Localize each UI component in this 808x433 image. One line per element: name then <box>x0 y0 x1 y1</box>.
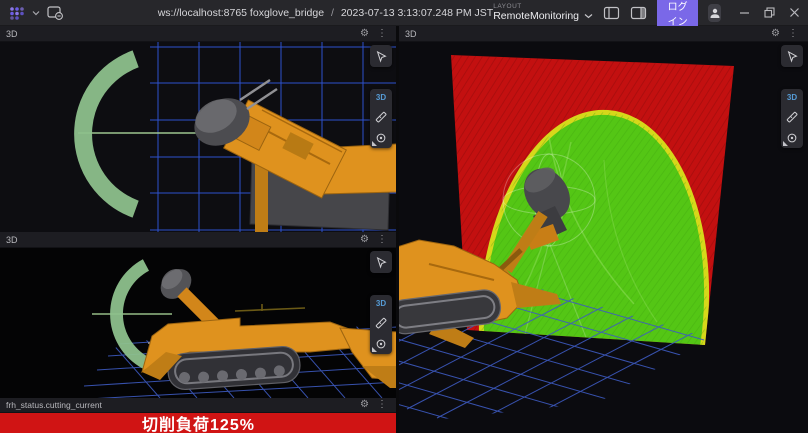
data-source-name: ws://localhost:8765 foxglove_bridge <box>158 7 324 19</box>
app-menu-chevron[interactable] <box>32 3 40 23</box>
toolbar-expand-handle[interactable] <box>372 347 377 352</box>
panel-more-icon[interactable]: ⋮ <box>373 400 391 410</box>
panel-title: 3D <box>6 29 18 39</box>
cutting-load-value: 切削負荷125% <box>142 411 255 433</box>
right-sidebar-toggle[interactable] <box>630 3 647 23</box>
minimize-icon <box>739 7 750 18</box>
panel-title: frh_status.cutting_current <box>6 400 102 410</box>
left-sidebar-icon <box>603 6 620 20</box>
3d-viewport-side[interactable] <box>0 248 397 398</box>
3d-viewport-perspective[interactable] <box>399 42 808 433</box>
restore-icon <box>764 7 775 18</box>
layout-dropdown[interactable]: LAYOUT RemoteMonitoring <box>493 4 593 21</box>
panel-3d-top-view: 3D ⚙ ⋮ <box>0 26 397 232</box>
coverage-arc <box>74 50 139 217</box>
measure-ruler-icon[interactable] <box>786 111 798 123</box>
panel-settings-gear-icon[interactable]: ⚙ <box>767 29 784 39</box>
playback-timestamp: 2023-07-13 3:13:07.248 PM JST <box>341 7 493 19</box>
cursor-icon <box>375 50 388 63</box>
profile-button[interactable] <box>708 4 721 22</box>
camera-3d-toggle[interactable]: 3D <box>376 299 386 308</box>
select-tool-button[interactable] <box>781 45 803 67</box>
connection-status: ws://localhost:8765 foxglove_bridge / 20… <box>158 7 493 19</box>
panel-settings-gear-icon[interactable]: ⚙ <box>356 29 373 39</box>
cursor-icon <box>786 50 799 63</box>
select-tool-button[interactable] <box>370 45 392 67</box>
camera-3d-toggle[interactable]: 3D <box>787 93 797 102</box>
panel-settings-gear-icon[interactable]: ⚙ <box>356 235 373 245</box>
source-time-separator: / <box>331 7 334 19</box>
panel-title: 3D <box>6 235 18 245</box>
minimize-button[interactable] <box>739 3 750 23</box>
close-icon <box>789 7 800 18</box>
restore-button[interactable] <box>764 3 775 23</box>
camera-tool-group: 3D <box>370 89 392 148</box>
toolbar-expand-handle[interactable] <box>783 141 788 146</box>
panel-cutting-load-indicator: frh_status.cutting_current ⚙ ⋮ 切削負荷125% <box>0 398 397 433</box>
cursor-icon <box>375 256 388 269</box>
measure-ruler-icon[interactable] <box>375 317 387 329</box>
right-sidebar-icon <box>630 6 647 20</box>
app-bar: ws://localhost:8765 foxglove_bridge / 20… <box>0 0 808 26</box>
robot-top-view <box>186 80 397 232</box>
panel-more-icon[interactable]: ⋮ <box>784 29 802 39</box>
3d-viewport-top[interactable] <box>0 42 397 232</box>
app-window: ws://localhost:8765 foxglove_bridge / 20… <box>0 0 808 433</box>
select-tool-button[interactable] <box>370 251 392 273</box>
chevron-down-icon <box>32 10 40 16</box>
camera-3d-toggle[interactable]: 3D <box>376 93 386 102</box>
user-icon <box>709 7 721 19</box>
layout-name: RemoteMonitoring <box>493 11 579 22</box>
data-source-icon <box>46 5 64 21</box>
panel-3d-perspective: 3D ⚙ ⋮ <box>399 26 808 433</box>
camera-tool-group: 3D <box>370 295 392 354</box>
close-button[interactable] <box>789 3 800 23</box>
panel-more-icon[interactable]: ⋮ <box>373 29 391 39</box>
foxglove-logo-icon <box>8 5 26 21</box>
panel-settings-gear-icon[interactable]: ⚙ <box>356 400 373 410</box>
panel-3d-side-view: 3D ⚙ ⋮ <box>0 232 397 398</box>
panel-header: 3D ⚙ ⋮ <box>0 232 397 248</box>
camera-tool-group: 3D <box>781 89 803 148</box>
cutting-load-banner: 切削負荷125% <box>0 413 397 433</box>
chevron-down-icon <box>584 13 593 19</box>
toolbar-expand-handle[interactable] <box>372 141 377 146</box>
panel-more-icon[interactable]: ⋮ <box>373 235 391 245</box>
left-sidebar-toggle[interactable] <box>603 3 620 23</box>
foxglove-logo[interactable] <box>8 3 26 23</box>
panel-title: 3D <box>405 29 417 39</box>
data-source-button[interactable] <box>46 3 64 23</box>
panel-header: 3D ⚙ ⋮ <box>0 26 397 42</box>
measure-ruler-icon[interactable] <box>375 111 387 123</box>
panel-header: 3D ⚙ ⋮ <box>399 26 808 42</box>
